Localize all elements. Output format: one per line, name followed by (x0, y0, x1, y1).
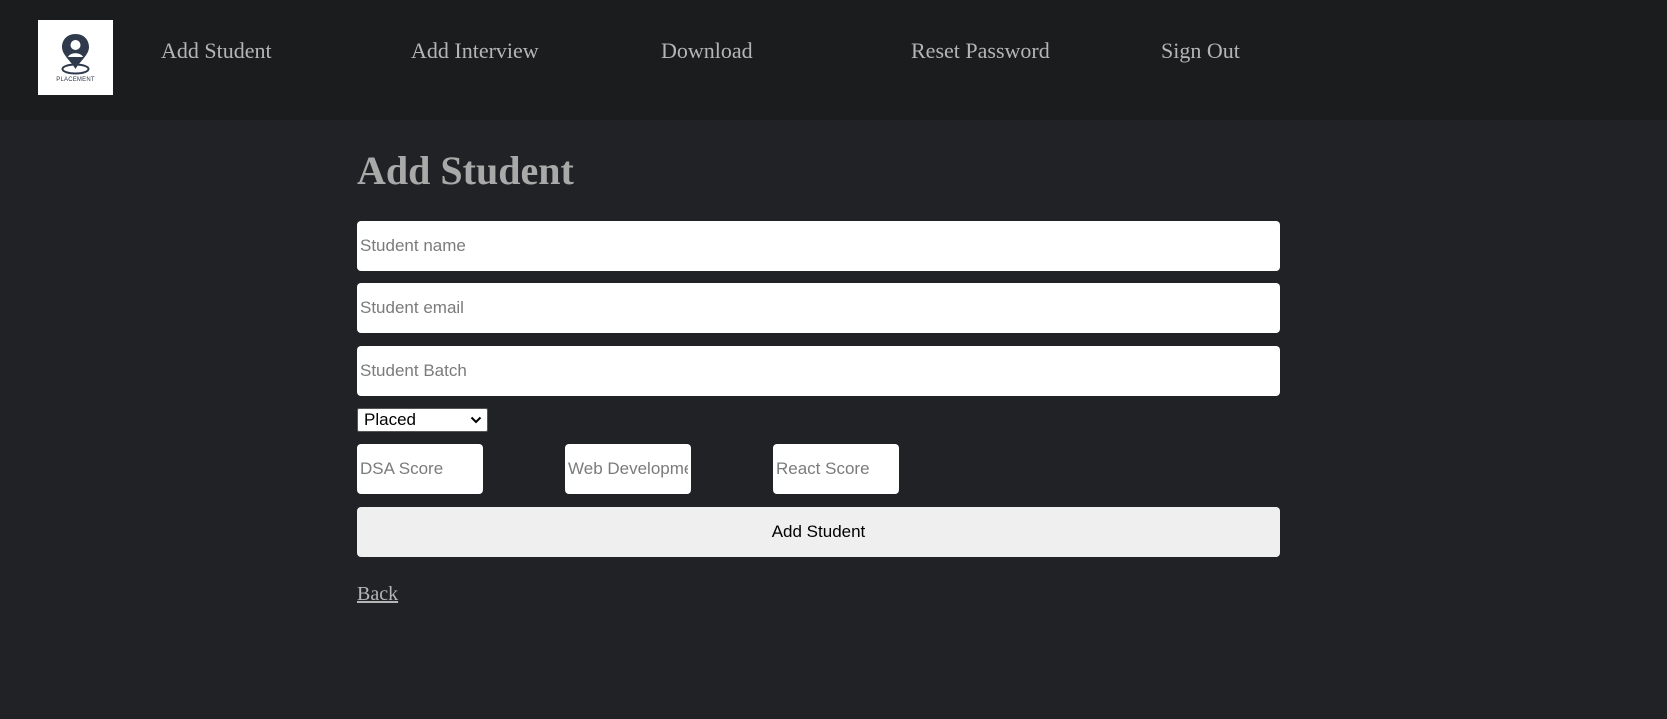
placement-status-value: Placed (364, 410, 416, 429)
page-title: Add Student (357, 148, 574, 193)
nav-add-interview-link[interactable]: Add Interview (411, 38, 539, 64)
student-email-input[interactable] (357, 283, 1280, 333)
student-batch-input[interactable] (357, 346, 1280, 396)
navbar: PLACEMENT Add Student Add Interview Down… (0, 0, 1667, 120)
chevron-down-icon (470, 416, 482, 424)
logo[interactable]: PLACEMENT (38, 20, 113, 95)
back-link[interactable]: Back (357, 582, 398, 606)
dsa-score-input[interactable] (357, 444, 483, 494)
add-student-button[interactable]: Add Student (357, 507, 1280, 557)
web-development-score-input[interactable] (565, 444, 691, 494)
logo-text: PLACEMENT (56, 77, 95, 83)
placement-logo-icon (61, 34, 90, 75)
nav-reset-password-link[interactable]: Reset Password (911, 38, 1050, 64)
nav-sign-out-link[interactable]: Sign Out (1161, 38, 1240, 64)
nav-add-student-link[interactable]: Add Student (161, 38, 272, 64)
student-name-input[interactable] (357, 221, 1280, 271)
placement-status-select[interactable]: Placed (357, 408, 488, 432)
react-score-input[interactable] (773, 444, 899, 494)
nav-download-link[interactable]: Download (661, 38, 753, 64)
